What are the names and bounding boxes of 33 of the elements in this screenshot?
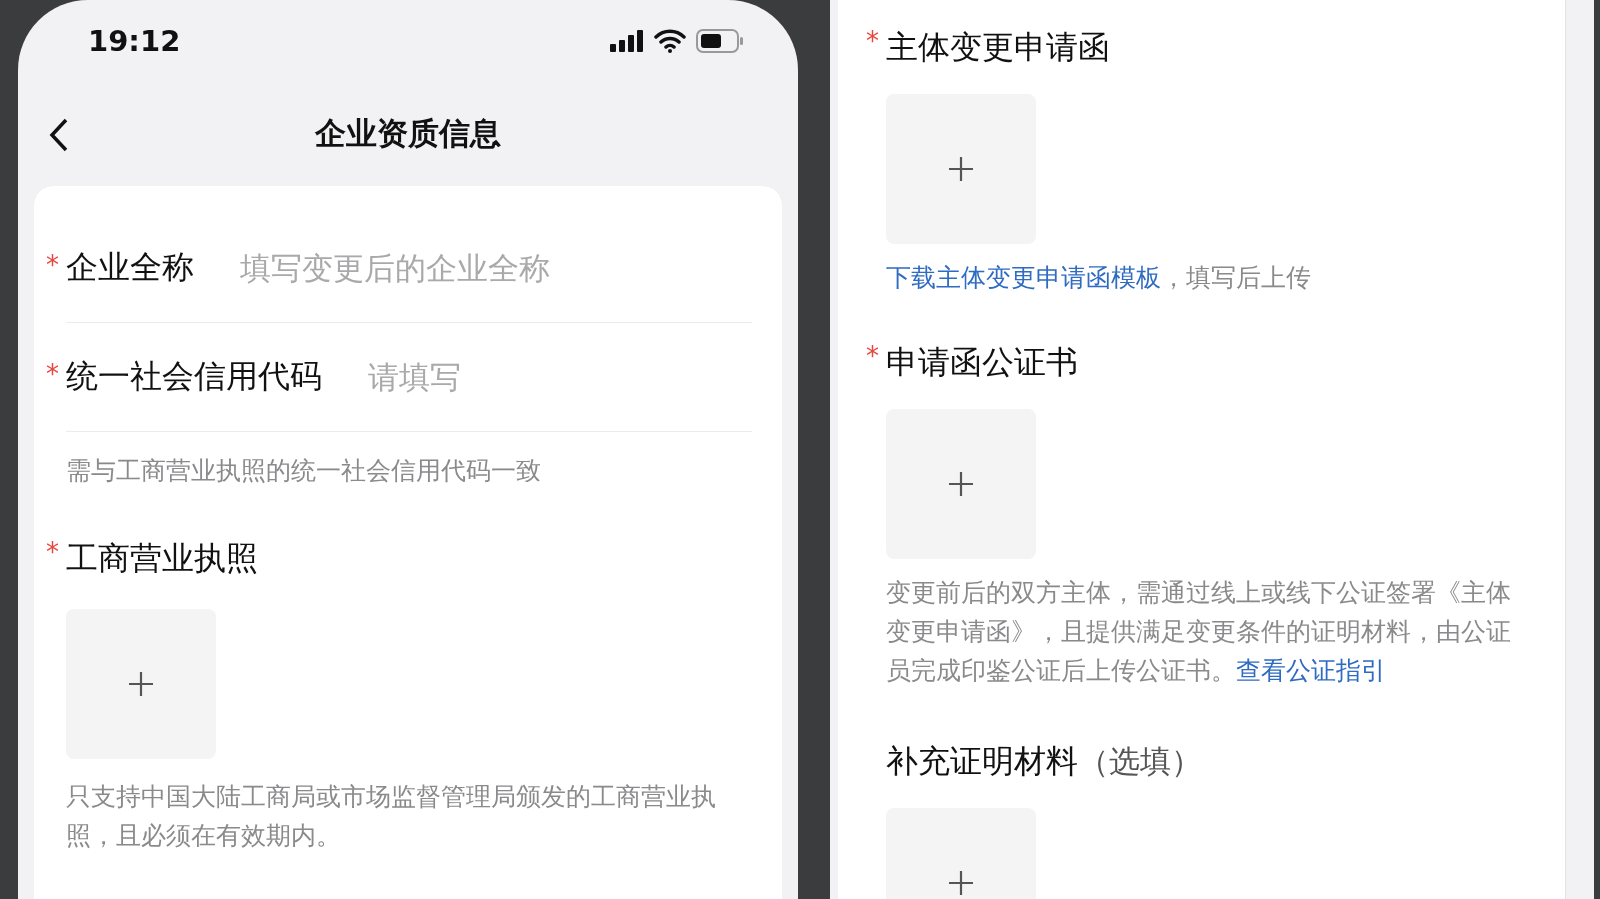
battery-icon [696, 29, 744, 53]
upload-button[interactable] [886, 409, 1036, 559]
page-title: 企业资质信息 [315, 114, 501, 153]
required-mark: * [866, 341, 879, 371]
plus-icon [948, 156, 974, 182]
upload-note: 变更前后的双方主体，需通过线上或线下公证签署《主体变更申请函》，且提供满足变更条件的证明材料，由公证员完成印鉴公证后上传公证书。查看公证指引 [886, 577, 1512, 687]
upload-button[interactable] [886, 94, 1036, 244]
field-hint: 需与工商营业执照的统一社会信用代码一致 [66, 455, 542, 487]
plus-icon [948, 471, 974, 497]
upload-note: 只支持中国大陆工商局或市场监督管理局颁发的工商营业执照，且必须在有效期内。 [66, 781, 717, 852]
input-field[interactable]: 请填写 [366, 358, 761, 396]
text-link[interactable]: 下载主体变更申请函模板 [886, 263, 1161, 292]
plus-icon [128, 671, 154, 697]
required-mark: * [866, 26, 879, 56]
section-label: 主体变更申请函 [886, 27, 1110, 68]
back-icon[interactable] [48, 118, 70, 152]
upload-note: 下载主体变更申请函模板，填写后上传 [886, 262, 1312, 294]
input-field[interactable]: 填写变更后的企业全称 [238, 249, 752, 287]
optional-label: （选填） [1078, 742, 1202, 781]
wifi-icon [654, 29, 686, 53]
upload-button[interactable] [66, 609, 216, 759]
required-mark: * [46, 537, 59, 567]
field-label: 企业全称 [66, 247, 194, 288]
section-label: 申请函公证书 [886, 342, 1078, 383]
signal-icon [610, 30, 644, 52]
required-mark: * [46, 359, 59, 389]
section-label: 补充证明材料 [886, 741, 1078, 782]
section-label: 工商营业执照 [66, 538, 258, 579]
text-link[interactable]: 查看公证指引 [1236, 656, 1386, 685]
field-label: 统一社会信用代码 [66, 356, 322, 397]
plus-icon [948, 870, 974, 896]
required-mark: * [46, 250, 59, 280]
status-time: 19:12 [88, 24, 181, 58]
